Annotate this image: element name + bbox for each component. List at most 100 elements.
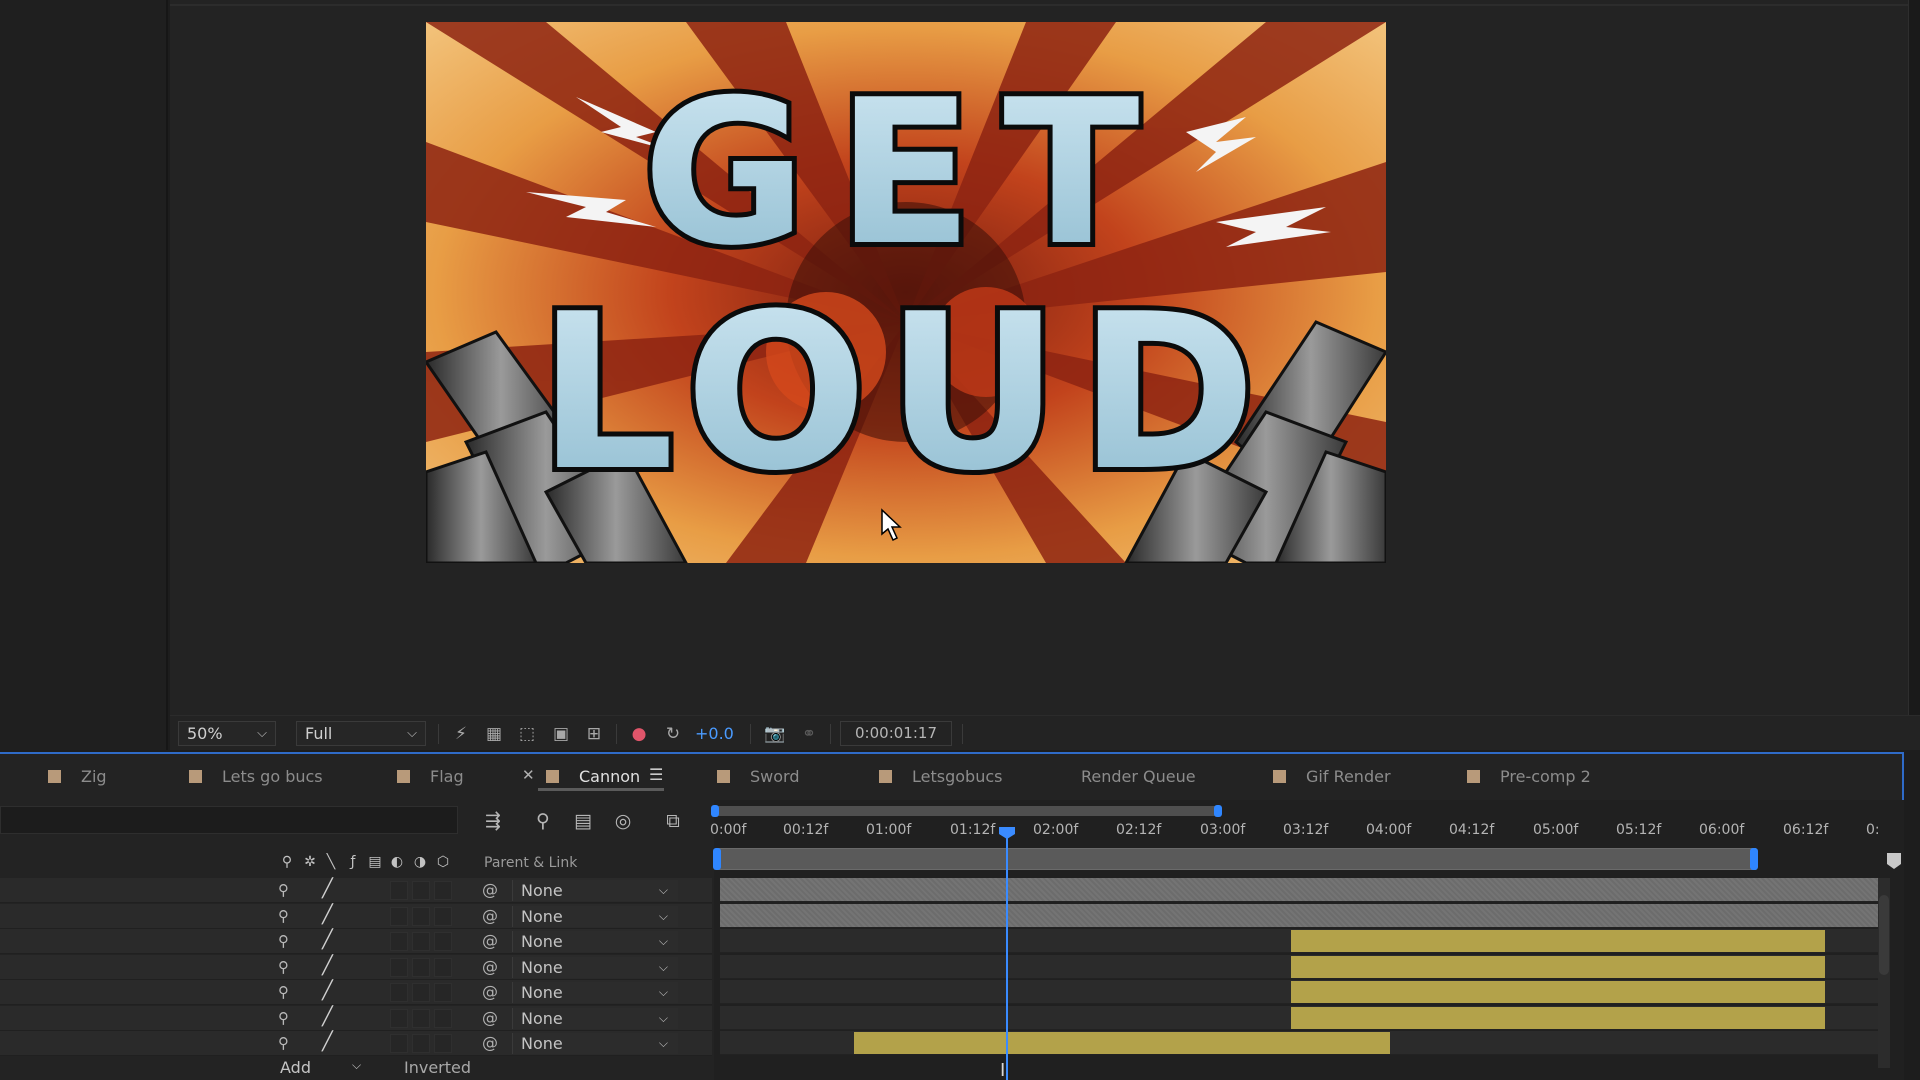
parent-select[interactable]: None ⌵ [512, 957, 678, 978]
effect-switch[interactable] [390, 1034, 408, 1053]
layer-row[interactable]: ⚲ ╱ @ None ⌵ [0, 929, 712, 954]
shy-switch-icon[interactable]: ⚲ [278, 881, 289, 899]
layer-track[interactable] [720, 1031, 1878, 1055]
grid-guides-icon[interactable]: ⊞ [583, 723, 605, 745]
frame-blend-column-icon[interactable]: ▤ [365, 854, 385, 870]
reset-exposure-icon[interactable]: ↻ [662, 723, 684, 745]
effect-switch[interactable] [390, 958, 408, 977]
layer-track[interactable] [720, 955, 1878, 979]
shy-switch-icon[interactable]: ⚲ [278, 1009, 289, 1027]
effect-switch[interactable] [390, 1009, 408, 1028]
parent-pickwhip-icon[interactable]: @ [482, 906, 498, 925]
current-time-indicator-head[interactable] [998, 826, 1016, 840]
parent-select[interactable]: None ⌵ [512, 982, 678, 1003]
parent-select[interactable]: None ⌵ [512, 906, 678, 927]
shy-layers-icon[interactable]: ⚲ [530, 810, 556, 832]
work-area-end-handle[interactable] [1750, 848, 1758, 870]
composition-frame[interactable]: GET LOUD [426, 22, 1386, 563]
panel-menu-icon[interactable]: ☰ [649, 765, 663, 784]
parent-select[interactable]: None ⌵ [512, 931, 678, 952]
3d-switch[interactable] [434, 881, 452, 900]
motion-blur-switch[interactable] [412, 881, 430, 900]
layer-clip[interactable] [1291, 1007, 1825, 1029]
motion-blur-switch[interactable] [412, 907, 430, 926]
viewer-timecode[interactable]: 0:00:01:17 [840, 721, 952, 746]
layer-clip[interactable] [1291, 956, 1825, 978]
parent-pickwhip-icon[interactable]: @ [482, 931, 498, 950]
quality-switch-icon[interactable]: ╱ [322, 1031, 342, 1052]
effect-switch[interactable] [390, 881, 408, 900]
transparency-grid-icon[interactable]: ▦ [483, 723, 505, 745]
layer-clip[interactable] [1291, 930, 1825, 952]
shy-switch-icon[interactable]: ⚲ [278, 958, 289, 976]
motion-blur-switch[interactable] [412, 1009, 430, 1028]
timeline-scroll-thumb[interactable] [1879, 895, 1889, 975]
comp-end-marker-icon[interactable] [1886, 852, 1902, 870]
parent-select[interactable]: None ⌵ [512, 880, 678, 901]
frame-blending-icon[interactable]: ▤ [570, 810, 596, 832]
3d-layer-column-icon[interactable]: ⬡ [433, 854, 453, 870]
quality-switch-icon[interactable]: ╱ [322, 1006, 342, 1027]
shy-switch-icon[interactable]: ⚲ [278, 1034, 289, 1052]
3d-switch[interactable] [434, 1009, 452, 1028]
parent-pickwhip-icon[interactable]: @ [482, 1033, 498, 1052]
motion-blur-column-icon[interactable]: ◐ [387, 854, 407, 870]
parent-pickwhip-icon[interactable]: @ [482, 982, 498, 1001]
layer-row[interactable]: ⚲ ╱ @ None ⌵ [0, 980, 712, 1005]
layer-track[interactable] [720, 904, 1878, 928]
quality-switch-icon[interactable]: ╱ [322, 904, 342, 925]
shy-column-icon[interactable]: ⚲ [277, 854, 297, 870]
3d-switch[interactable] [434, 907, 452, 926]
mask-mode-select[interactable]: Add ⌵ [280, 1058, 370, 1080]
show-channel-icon[interactable]: ● [628, 723, 650, 745]
time-navigator-start-handle[interactable] [711, 805, 719, 817]
current-time-indicator-line[interactable] [1006, 832, 1008, 1080]
motion-blur-switch[interactable] [412, 958, 430, 977]
shy-switch-icon[interactable]: ⚲ [278, 932, 289, 950]
layer-clip[interactable] [854, 1032, 1390, 1054]
parent-pickwhip-icon[interactable]: @ [482, 880, 498, 899]
3d-switch[interactable] [434, 932, 452, 951]
layer-track[interactable] [720, 878, 1878, 902]
parent-select[interactable]: None ⌵ [512, 1008, 678, 1029]
close-tab-icon[interactable]: ✕ [522, 766, 535, 784]
collapse-column-icon[interactable]: ✲ [300, 854, 320, 870]
shy-switch-icon[interactable]: ⚲ [278, 983, 289, 1001]
quality-column-icon[interactable]: ╲ [321, 854, 341, 870]
motion-blur-icon[interactable]: ◎ [610, 810, 636, 832]
motion-blur-switch[interactable] [412, 1034, 430, 1053]
region-of-interest-icon[interactable]: ▣ [550, 723, 572, 745]
comp-mini-flowchart-icon[interactable]: ⇶ [480, 810, 506, 832]
show-snapshot-icon[interactable]: ⚭ [798, 723, 820, 745]
quality-switch-icon[interactable]: ╱ [322, 878, 342, 899]
effect-switch[interactable] [390, 932, 408, 951]
parent-select[interactable]: None ⌵ [512, 1033, 678, 1054]
quality-switch-icon[interactable]: ╱ [322, 929, 342, 950]
effect-switch[interactable] [390, 907, 408, 926]
motion-blur-switch[interactable] [412, 932, 430, 951]
mask-path-visibility-icon[interactable]: ⬚ [516, 723, 538, 745]
3d-switch[interactable] [434, 983, 452, 1002]
3d-switch[interactable] [434, 958, 452, 977]
time-navigator-end-handle[interactable] [1214, 805, 1222, 817]
3d-switch[interactable] [434, 1034, 452, 1053]
layer-row[interactable]: ⚲ ╱ @ None ⌵ [0, 955, 712, 980]
layer-clip[interactable] [1291, 981, 1825, 1003]
adjustment-layer-column-icon[interactable]: ◑ [410, 854, 430, 870]
layer-track[interactable] [720, 929, 1878, 953]
motion-blur-switch[interactable] [412, 983, 430, 1002]
fast-previews-icon[interactable]: ⚡ [450, 723, 472, 745]
effects-column-icon[interactable]: ƒ [343, 854, 363, 870]
snapshot-camera-icon[interactable]: 📷 [764, 723, 786, 745]
work-area-bar[interactable] [716, 848, 1756, 870]
layer-track[interactable] [720, 980, 1878, 1004]
mask-inverted-checkbox-label[interactable]: Inverted [404, 1058, 471, 1077]
layer-row[interactable]: ⚲ ╱ @ None ⌵ [0, 1031, 712, 1056]
magnification-select[interactable]: 50% ⌵ [178, 721, 276, 746]
quality-switch-icon[interactable]: ╱ [322, 980, 342, 1001]
graph-editor-icon[interactable]: ⧉ [660, 810, 686, 832]
layer-row[interactable]: ⚲ ╱ @ None ⌵ [0, 1006, 712, 1031]
effect-switch[interactable] [390, 983, 408, 1002]
layer-track[interactable] [720, 1006, 1878, 1030]
layer-search-input[interactable] [0, 806, 458, 834]
